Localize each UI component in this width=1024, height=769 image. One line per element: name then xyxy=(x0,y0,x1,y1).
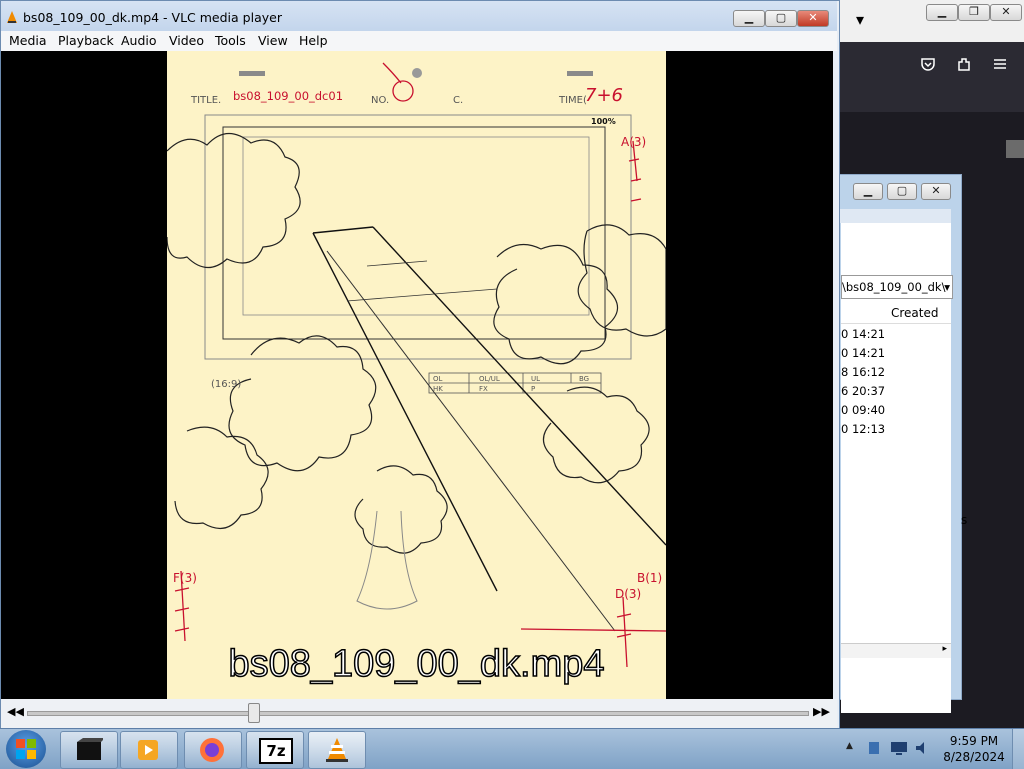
ratio-label: (16:9) xyxy=(211,379,242,390)
menu-icon[interactable] xyxy=(992,56,1008,72)
f-mark: F(3) xyxy=(173,571,197,585)
video-frame: TITLE. bs08_109_00_dc01 NO. C. TIME( 7+6… xyxy=(167,51,666,699)
menu-playback[interactable]: Playback xyxy=(58,33,114,48)
firefox-toolbar xyxy=(838,42,1024,112)
time-label: TIME( xyxy=(559,95,587,106)
taskbar-7zip[interactable]: 7z xyxy=(246,731,304,769)
window-title: bs08_109_00_dk.mp4 - VLC media player xyxy=(23,10,282,25)
menu-bar: Media Playback Audio Video Tools View He… xyxy=(1,31,837,51)
7zip-icon: 7z xyxy=(259,738,293,764)
grid-bg: BG xyxy=(579,375,590,383)
close-button[interactable]: ✕ xyxy=(990,4,1022,21)
title-label: TITLE. xyxy=(191,95,222,106)
b-mark: B(1) xyxy=(637,571,663,585)
column-header[interactable]: Created xyxy=(841,303,951,324)
video-area[interactable]: TITLE. bs08_109_00_dc01 NO. C. TIME( 7+6… xyxy=(1,51,833,699)
horizontal-scrollbar[interactable]: ▸ xyxy=(841,643,951,658)
close-button[interactable]: ✕ xyxy=(797,10,829,27)
show-desktop-button[interactable] xyxy=(1012,729,1024,769)
chevron-down-icon[interactable]: ▾ xyxy=(944,276,950,298)
taskbar-vlc[interactable] xyxy=(308,731,366,769)
explorer-ribbon xyxy=(839,209,951,223)
maximize-button[interactable]: ▢ xyxy=(887,183,917,200)
minimize-button[interactable]: ▁ xyxy=(853,183,883,200)
no-label: NO. xyxy=(371,95,390,106)
vlc-cone-icon xyxy=(7,11,17,23)
address-path: \bs08_109_00_dk\ xyxy=(842,280,946,294)
scrollbar-thumb[interactable] xyxy=(1006,140,1024,158)
fast-forward-icon[interactable]: ▶▶ xyxy=(813,705,830,718)
taskbar-firefox[interactable] xyxy=(184,731,242,769)
rewind-icon[interactable]: ◀◀ xyxy=(7,705,24,718)
clock-time: 9:59 PM xyxy=(949,734,999,748)
list-item[interactable]: 8 16:12 xyxy=(841,365,885,379)
terminal-icon xyxy=(77,738,103,760)
start-button[interactable] xyxy=(6,730,46,768)
menu-tools[interactable]: Tools xyxy=(215,33,246,48)
subtitle-text: bs08_109_00_dk.mp4 xyxy=(228,642,606,686)
pocket-icon[interactable] xyxy=(920,56,936,72)
list-item[interactable]: 6 20:37 xyxy=(841,384,885,398)
explorer-window: ▁ ▢ ✕ \bs08_109_00_dk\ ▾ Created 0 14:21… xyxy=(838,174,967,713)
firefox-icon xyxy=(200,738,224,762)
taskbar-media-player[interactable] xyxy=(120,731,178,769)
speaker-icon[interactable] xyxy=(914,740,930,756)
address-bar[interactable]: \bs08_109_00_dk\ ▾ xyxy=(841,275,953,299)
percent-label: 100% xyxy=(591,117,616,126)
playback-controls: ◀◀ ▶▶ xyxy=(1,699,837,729)
column-created[interactable]: Created xyxy=(891,303,939,323)
minimize-button[interactable]: ▁ xyxy=(926,4,958,21)
chevron-down-icon[interactable]: ▾ xyxy=(856,10,864,29)
vlc-titlebar: bs08_109_00_dk.mp4 - VLC media player ▁ … xyxy=(1,1,837,31)
taskbar-terminal[interactable] xyxy=(60,731,118,769)
menu-video[interactable]: Video xyxy=(169,33,204,48)
maximize-button[interactable]: ▢ xyxy=(765,10,797,27)
taskbar: 7z ▲ 9:59 PM 8/28/2024 xyxy=(0,728,1024,769)
list-item[interactable]: 0 12:13 xyxy=(841,422,885,436)
grid-olul: OL/UL xyxy=(479,375,500,383)
chevron-right-icon[interactable]: ▸ xyxy=(942,644,947,654)
list-item[interactable]: 0 09:40 xyxy=(841,403,885,417)
explorer-content: \bs08_109_00_dk\ ▾ Created 0 14:21 0 14:… xyxy=(841,223,967,713)
menu-media[interactable]: Media xyxy=(9,33,47,48)
windows-logo-icon xyxy=(16,739,36,759)
time-value: 7+6 xyxy=(585,85,623,106)
menu-help[interactable]: Help xyxy=(299,33,328,48)
clock[interactable]: 9:59 PM 8/28/2024 xyxy=(938,733,1010,765)
side-text: s xyxy=(961,513,968,527)
c-label: C. xyxy=(453,95,464,106)
vlc-cone-icon xyxy=(326,738,348,762)
grid-fx: FX xyxy=(479,385,488,393)
d-mark: D(3) xyxy=(615,587,642,601)
seek-handle[interactable] xyxy=(248,703,261,723)
grid-ol: OL xyxy=(433,375,443,383)
grid-hk: HK xyxy=(433,385,443,393)
tray-expand-icon[interactable]: ▲ xyxy=(846,741,853,751)
close-button[interactable]: ✕ xyxy=(921,183,951,200)
vlc-window: bs08_109_00_dk.mp4 - VLC media player ▁ … xyxy=(0,0,840,730)
media-player-icon xyxy=(138,740,158,760)
a-mark: A(3) xyxy=(621,135,647,149)
menu-audio[interactable]: Audio xyxy=(121,33,157,48)
storyboard-drawing xyxy=(167,62,666,668)
network-icon[interactable] xyxy=(866,740,882,756)
seek-bar[interactable] xyxy=(27,711,809,716)
monitor-icon[interactable] xyxy=(890,740,908,756)
grid-p: P xyxy=(531,385,536,393)
extensions-icon[interactable] xyxy=(956,56,972,72)
title-value: bs08_109_00_dc01 xyxy=(233,89,344,103)
list-item[interactable]: 0 14:21 xyxy=(841,327,885,341)
maximize-button[interactable]: ❐ xyxy=(958,4,990,21)
firefox-titlebar: ▾ ▁ ❐ ✕ xyxy=(838,0,1024,42)
clock-date: 8/28/2024 xyxy=(943,750,1005,764)
minimize-button[interactable]: ▁ xyxy=(733,10,765,27)
list-item[interactable]: 0 14:21 xyxy=(841,346,885,360)
menu-view[interactable]: View xyxy=(258,33,288,48)
grid-ul: UL xyxy=(531,375,541,383)
